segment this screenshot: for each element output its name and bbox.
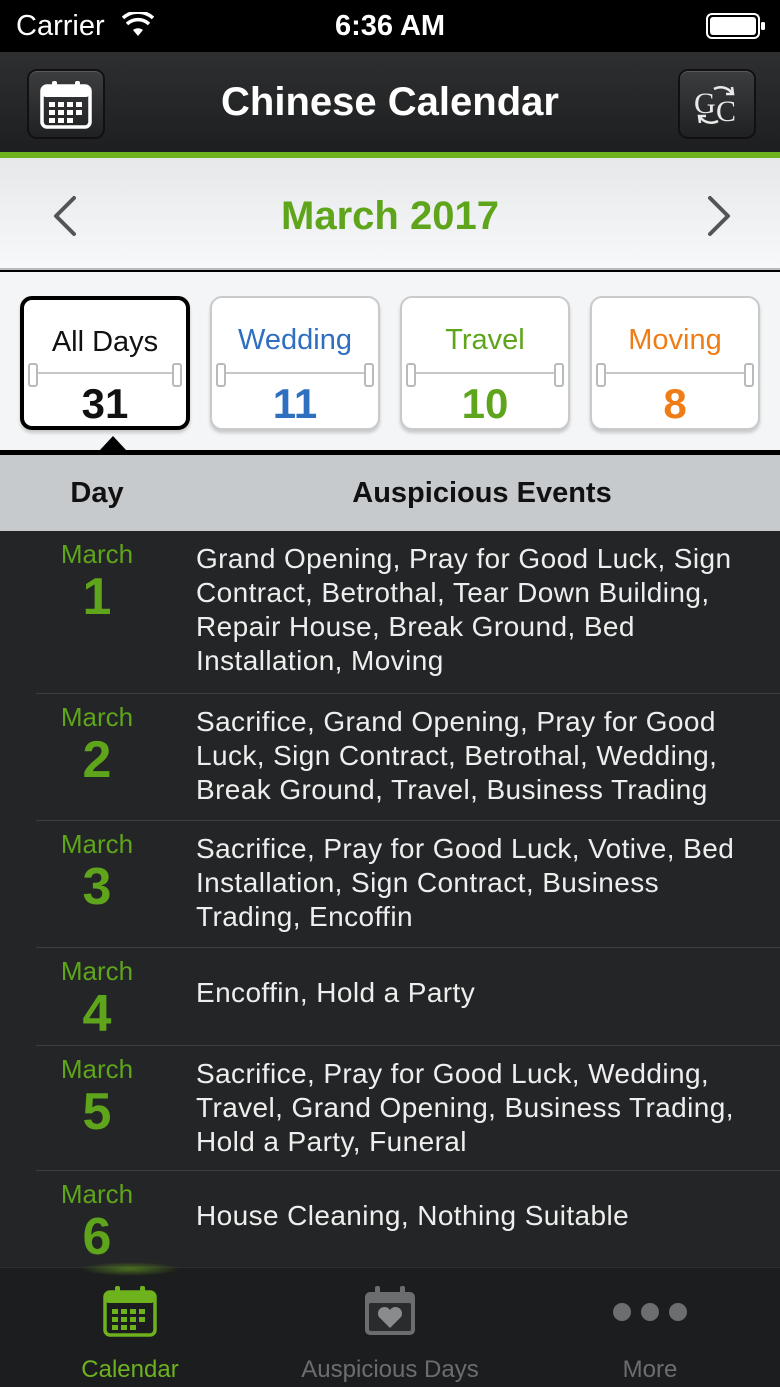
category-count: 31 bbox=[81, 380, 129, 427]
active-tab-glow bbox=[80, 1262, 180, 1276]
category-filter-bar: All Days 31 Wedding 11 Travel 10 Moving … bbox=[0, 272, 780, 452]
tab-bar: Calendar Auspicious Days More bbox=[0, 1262, 780, 1387]
list-item[interactable]: March 4 Encoffin, Hold a Party bbox=[0, 948, 780, 1046]
calendar-icon bbox=[103, 1286, 157, 1337]
tab-label: Auspicious Days bbox=[301, 1356, 479, 1383]
row-month: March bbox=[60, 1179, 134, 1209]
tab-more[interactable]: More bbox=[520, 1268, 780, 1387]
row-events: Sacrifice, Pray for Good Luck, Wedding, … bbox=[196, 1058, 734, 1157]
category-card-moving[interactable]: Moving 8 bbox=[590, 296, 760, 430]
column-header-day: Day bbox=[70, 477, 124, 509]
auspicious-days-list[interactable]: March 1 Grand Opening, Pray for Good Luc… bbox=[0, 531, 780, 1267]
tab-label: More bbox=[622, 1356, 678, 1383]
row-events: Grand Opening, Pray for Good Luck, Sign … bbox=[196, 543, 732, 676]
selected-category-pointer bbox=[100, 436, 126, 450]
category-label: Wedding bbox=[238, 324, 352, 356]
more-dots-icon bbox=[613, 1303, 687, 1321]
tab-auspicious-days[interactable]: Auspicious Days bbox=[260, 1268, 520, 1387]
category-count: 8 bbox=[663, 380, 687, 427]
list-item[interactable]: March 2 Sacrifice, Grand Opening, Pray f… bbox=[0, 694, 780, 821]
card-rail bbox=[216, 363, 374, 387]
month-header: March 2017 bbox=[0, 158, 780, 270]
heart-calendar-icon bbox=[365, 1286, 415, 1335]
row-month: March bbox=[60, 1054, 134, 1084]
row-month: March bbox=[60, 956, 134, 986]
status-time: 6:36 AM bbox=[334, 10, 446, 42]
row-day: 6 bbox=[82, 1208, 112, 1266]
row-events: Sacrifice, Pray for Good Luck, Votive, B… bbox=[196, 833, 735, 932]
status-bar: Carrier 6:36 AM bbox=[0, 0, 780, 52]
month-title: March 2017 bbox=[281, 194, 499, 238]
list-item[interactable]: March 1 Grand Opening, Pray for Good Luc… bbox=[0, 531, 780, 694]
category-label: All Days bbox=[51, 326, 159, 358]
row-events: Encoffin, Hold a Party bbox=[196, 977, 476, 1008]
gregorian-chinese-convert-icon: G C bbox=[694, 86, 736, 128]
table-header: Day Auspicious Events bbox=[0, 455, 780, 531]
list-item[interactable]: March 5 Sacrifice, Pray for Good Luck, W… bbox=[0, 1046, 780, 1171]
svg-text:C: C bbox=[716, 95, 736, 128]
row-events: Sacrifice, Grand Opening, Pray for Good … bbox=[196, 706, 718, 805]
convert-calendar-button[interactable]: G C bbox=[678, 69, 756, 139]
tab-calendar[interactable]: Calendar bbox=[0, 1262, 260, 1387]
row-month: March bbox=[60, 539, 134, 569]
list-item[interactable]: March 6 House Cleaning, Nothing Suitable bbox=[0, 1171, 780, 1267]
row-month: March bbox=[60, 829, 134, 859]
column-header-events: Auspicious Events bbox=[352, 477, 612, 509]
row-month: March bbox=[60, 702, 134, 732]
row-day: 1 bbox=[82, 568, 112, 626]
row-day: 4 bbox=[82, 985, 112, 1043]
navigation-bar: Chinese Calendar G C bbox=[0, 52, 780, 156]
category-label: Moving bbox=[628, 324, 722, 356]
card-rail bbox=[28, 363, 182, 387]
tab-label: Calendar bbox=[81, 1356, 179, 1383]
row-day: 2 bbox=[82, 731, 112, 789]
row-events: House Cleaning, Nothing Suitable bbox=[196, 1200, 630, 1231]
card-rail bbox=[406, 363, 564, 387]
category-count: 10 bbox=[461, 380, 509, 427]
row-day: 5 bbox=[82, 1083, 112, 1141]
category-card-travel[interactable]: Travel 10 bbox=[400, 296, 570, 430]
next-month-arrow-icon[interactable] bbox=[704, 194, 734, 238]
card-rail bbox=[596, 363, 754, 387]
battery-icon bbox=[706, 13, 765, 39]
list-item[interactable]: March 3 Sacrifice, Pray for Good Luck, V… bbox=[0, 821, 780, 948]
category-card-wedding[interactable]: Wedding 11 bbox=[210, 296, 380, 430]
page-title: Chinese Calendar bbox=[221, 80, 559, 124]
category-label: Travel bbox=[445, 324, 525, 356]
category-card-all-days[interactable]: All Days 31 bbox=[20, 296, 190, 430]
row-day: 3 bbox=[82, 858, 112, 916]
category-count: 11 bbox=[272, 380, 318, 427]
